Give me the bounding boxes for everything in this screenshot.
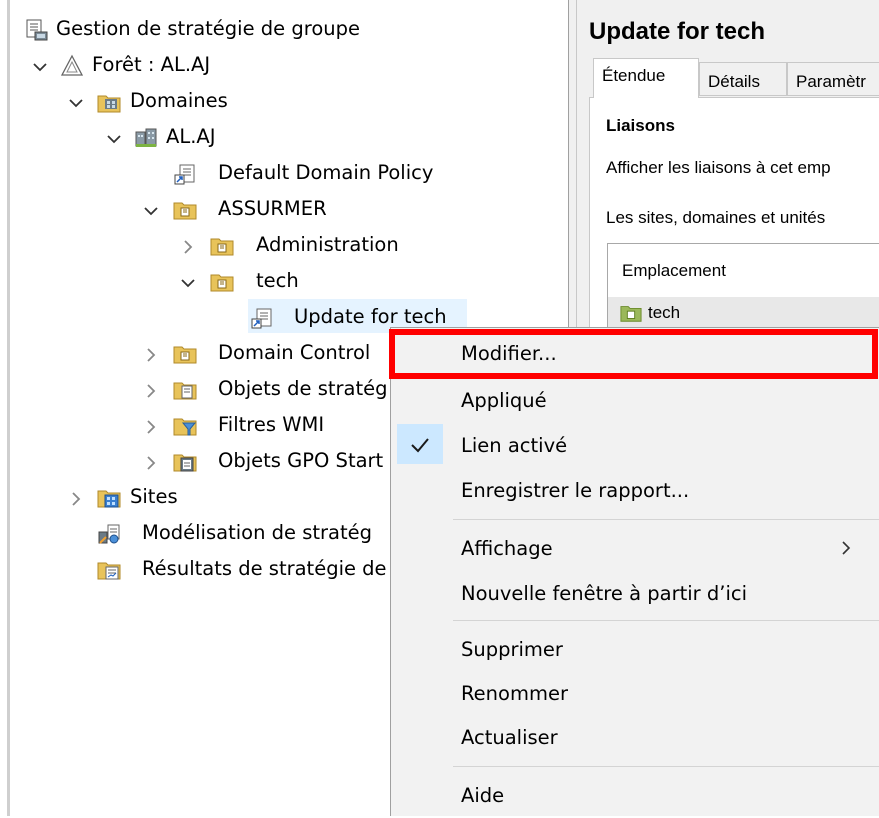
chevron-down-icon[interactable] xyxy=(104,129,124,149)
tree-label: ASSURMER xyxy=(218,197,327,220)
menu-item-supprimer[interactable]: Supprimer xyxy=(391,628,879,672)
chevron-right-icon[interactable] xyxy=(141,345,161,365)
ou-folder-icon xyxy=(620,302,642,324)
menu-item-label: Actualiser xyxy=(461,726,558,749)
tree-label: Filtres WMI xyxy=(218,413,325,436)
modeling-icon xyxy=(97,522,121,546)
menu-item-label: Lien activé xyxy=(461,434,568,457)
tree-node-root[interactable]: Gestion de stratégie de groupe xyxy=(0,13,560,47)
chevron-right-icon[interactable] xyxy=(141,381,161,401)
wmi-filter-folder-icon xyxy=(173,414,197,438)
menu-separator xyxy=(453,766,879,767)
column-header-location[interactable]: Emplacement xyxy=(622,261,726,281)
tab-parametres[interactable]: Paramètr xyxy=(787,62,879,96)
domains-folder-icon xyxy=(97,90,121,114)
tree-label: Domaines xyxy=(130,89,228,112)
section-title: Liaisons xyxy=(606,116,675,135)
tree-label: Objets GPO Start xyxy=(218,449,384,472)
sites-description: Les sites, domaines et unités xyxy=(606,208,826,227)
menu-item-label: Enregistrer le rapport... xyxy=(461,479,690,502)
menu-item-label: Affichage xyxy=(461,537,553,560)
menu-item-label: Modifier... xyxy=(461,342,557,365)
menu-item-nouvelle-fenetre[interactable]: Nouvelle fenêtre à partir d’ici xyxy=(391,572,879,616)
ou-folder-icon xyxy=(210,234,234,258)
menu-separator xyxy=(453,620,879,621)
tab-details[interactable]: Détails xyxy=(699,62,787,96)
menu-item-label: Renommer xyxy=(461,682,568,705)
list-item[interactable]: tech xyxy=(608,297,879,331)
domain-icon xyxy=(134,126,158,150)
menu-item-affichage[interactable]: Affichage xyxy=(391,527,879,571)
chevron-down-icon[interactable] xyxy=(66,93,86,113)
tree-node-domain[interactable]: AL.AJ xyxy=(0,121,560,155)
tree-label: tech xyxy=(256,269,299,292)
tree-label: Default Domain Policy xyxy=(218,161,434,184)
menu-item-modifier[interactable]: Modifier... xyxy=(391,332,879,376)
menu-item-label: Appliqué xyxy=(461,389,547,412)
forest-icon xyxy=(60,54,84,78)
menu-item-lien-active[interactable]: Lien activé xyxy=(391,424,879,468)
menu-item-enregistrer-rapport[interactable]: Enregistrer le rapport... xyxy=(391,469,879,513)
links-description: Afficher les liaisons à cet emp xyxy=(606,158,831,177)
starter-gpo-folder-icon xyxy=(173,450,197,474)
ou-folder-icon xyxy=(210,270,234,294)
page-title: Update for tech xyxy=(589,18,766,45)
menu-item-aide[interactable]: Aide xyxy=(391,774,879,818)
tree-label: Objets de stratég xyxy=(218,377,388,400)
tree-label: Domain Control xyxy=(218,341,371,364)
tree-label: Forêt : AL.AJ xyxy=(92,53,211,76)
chevron-right-icon[interactable] xyxy=(178,237,198,257)
gpo-scroll-icon xyxy=(173,162,197,186)
tree-node-default-domain-policy[interactable]: Default Domain Policy xyxy=(0,157,560,191)
list-item-label: tech xyxy=(648,303,681,322)
context-menu: Modifier... Appliqué Lien activé Enregis… xyxy=(390,327,879,816)
gpo-folder-icon xyxy=(173,378,197,402)
tree-node-assurmer[interactable]: ASSURMER xyxy=(0,193,560,227)
tree-node-administration[interactable]: Administration xyxy=(0,229,560,263)
chevron-down-icon[interactable] xyxy=(178,273,198,293)
menu-item-renommer[interactable]: Renommer xyxy=(391,672,879,716)
menu-item-applique[interactable]: Appliqué xyxy=(391,379,879,423)
chevron-down-icon[interactable] xyxy=(141,201,161,221)
chevron-right-icon[interactable] xyxy=(141,417,161,437)
sites-folder-icon xyxy=(97,486,121,510)
menu-item-label: Nouvelle fenêtre à partir d’ici xyxy=(461,582,747,605)
menu-item-actualiser[interactable]: Actualiser xyxy=(391,716,879,760)
gpo-link-icon xyxy=(250,306,274,330)
tree-label: Résultats de stratégie de xyxy=(142,557,387,580)
chevron-right-icon[interactable] xyxy=(141,453,161,473)
ou-folder-icon xyxy=(173,198,197,222)
gpmc-console-icon xyxy=(25,18,49,42)
tree-label: Sites xyxy=(130,485,178,508)
tree-label: Gestion de stratégie de groupe xyxy=(56,17,361,40)
tree-label: Modélisation de stratég xyxy=(142,521,372,544)
menu-item-label: Aide xyxy=(461,784,505,807)
tree-node-tech[interactable]: tech xyxy=(0,265,560,299)
tree-node-forest[interactable]: Forêt : AL.AJ xyxy=(0,49,560,83)
ou-folder-icon xyxy=(173,342,197,366)
tab-etendue[interactable]: Étendue xyxy=(593,58,699,98)
chevron-right-icon[interactable] xyxy=(66,489,86,509)
menu-item-label: Supprimer xyxy=(461,638,563,661)
tree-label: AL.AJ xyxy=(166,125,216,148)
tree-label: Update for tech xyxy=(294,305,447,328)
list-header: Emplacement xyxy=(608,244,879,298)
tree-label: Administration xyxy=(256,233,399,256)
chevron-down-icon[interactable] xyxy=(30,57,50,77)
check-icon xyxy=(409,434,431,461)
tree-node-domains[interactable]: Domaines xyxy=(0,85,560,119)
results-folder-icon xyxy=(97,558,121,582)
submenu-arrow-icon xyxy=(839,539,853,562)
menu-separator xyxy=(453,519,879,520)
